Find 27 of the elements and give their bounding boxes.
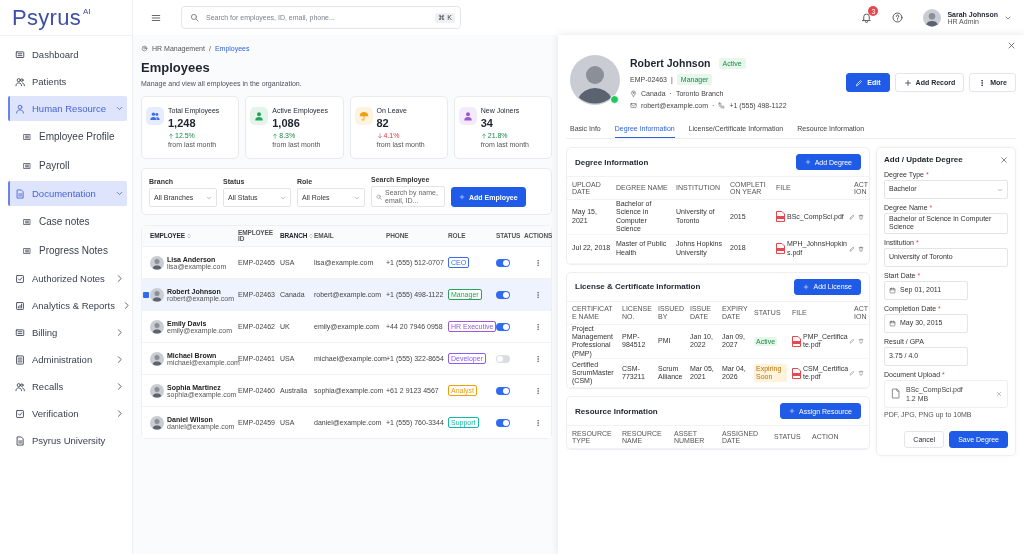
sidebar-item[interactable]: Verification [8,401,127,426]
stat-value: 1,248 [168,117,197,129]
sidebar-item[interactable]: Psyrus University [8,428,127,453]
card-title: License & Certificate Information [575,282,701,292]
sidebar-subitem[interactable]: Progress Notes [8,237,127,264]
form-title: Add / Update Degree [884,155,963,164]
stat-value: 1,086 [272,117,301,129]
card-title: Degree Information [575,157,649,167]
stat-value: 82 [376,117,390,129]
sidebar-item[interactable]: Dashboard [8,42,127,67]
sidebar-item[interactable]: Documentation [8,181,127,206]
sidebar-item[interactable]: Authorized Notes [8,266,127,291]
stat-value: 34 [480,117,494,129]
sidebar-item[interactable]: Billing [8,320,127,345]
sidebar-subitem[interactable]: Employee Profile [8,123,127,150]
sidebar-item[interactable]: Administration [8,347,127,372]
sidebar-item[interactable]: Recalls [8,374,127,399]
logo-suffix: AI [83,7,91,16]
sidebar-subitem[interactable]: Case notes [8,208,127,235]
logo: Psyrus [12,4,82,31]
sidebar-item[interactable]: Human Resource [8,96,127,121]
employee-name: Robert Johnson [630,57,711,69]
card-title: Resource Information [575,406,658,416]
page-title: Employees [141,60,211,75]
sidebar-subitem[interactable]: Payroll [8,152,127,179]
sidebar-item[interactable]: Analytics & Reports [8,293,127,318]
sidebar-item[interactable]: Patients [8,69,127,94]
